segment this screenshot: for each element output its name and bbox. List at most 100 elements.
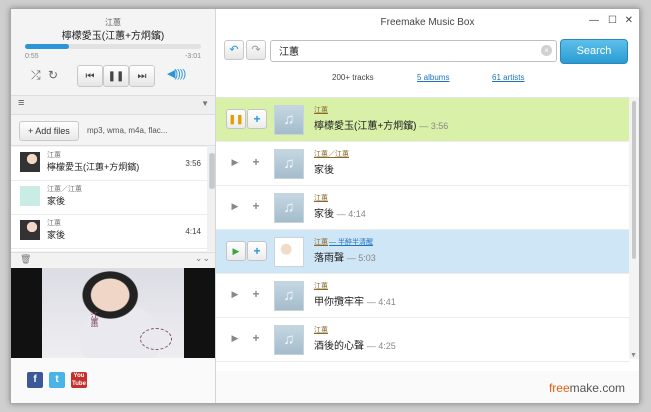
search-button[interactable]: Search: [560, 39, 628, 64]
album-art-photo: [42, 268, 184, 358]
feather-decoration: [140, 328, 172, 350]
track-title-text: 甲你攬牢牢: [314, 297, 364, 308]
trash-icon[interactable]: 🗑: [20, 254, 31, 265]
table-row[interactable]: ▶ + ♫ 江蕙 — 半醉半清醒 落雨聲 — 5:03: [216, 230, 629, 274]
add-icon[interactable]: +: [247, 153, 265, 171]
results-scrollbar[interactable]: ▼: [629, 97, 639, 359]
list-item-duration: 4:14: [185, 227, 201, 236]
forward-button[interactable]: ↷: [246, 40, 266, 60]
scrollbar-thumb[interactable]: [209, 153, 215, 189]
pause-icon: ❚❚: [107, 70, 125, 82]
next-button[interactable]: ⏭: [129, 65, 155, 87]
chevron-double-down-icon[interactable]: ⌄⌄: [195, 253, 210, 264]
music-note-icon: ♫: [274, 105, 304, 135]
logo-part-free: free: [548, 381, 570, 395]
back-arrow-icon: ↶: [229, 44, 239, 56]
shuffle-icon[interactable]: ⤮: [31, 68, 41, 83]
tab-albums[interactable]: 5 albums: [417, 73, 449, 82]
track-artist[interactable]: 江蕙／江蕙: [314, 149, 349, 159]
table-row[interactable]: ❚❚ + ♫ 江蕙 檸檬愛玉(江蕙+方炯鑌) — 3:56: [216, 98, 629, 142]
track-duration: — 4:41: [366, 297, 396, 307]
volume-icon[interactable]: ◀)))): [167, 67, 186, 80]
album-art: 江蕙: [11, 268, 215, 358]
tab-artists[interactable]: 61 artists: [492, 73, 524, 82]
album-thumbnail: ♫: [274, 237, 304, 267]
app-window: 江蕙 檸檬愛玉(江蕙+方炯鑌) 0:55 -3:01 ⤮ ↻ ⏮ ❚❚ ⏭ ◀)…: [10, 8, 640, 404]
remaining-time: -3:01: [185, 53, 201, 60]
scroll-down-icon[interactable]: ▼: [630, 352, 637, 359]
supported-formats: mp3, wma, m4a, flac...: [87, 126, 168, 135]
add-icon[interactable]: +: [247, 241, 267, 261]
list-item[interactable]: 江蕙 檸檬愛玉(江蕙+方炯鑌) 3:56: [11, 147, 207, 181]
track-artist[interactable]: 江蕙: [314, 105, 328, 115]
forward-arrow-icon: ↷: [251, 44, 261, 56]
right-panel: Freemake Music Box — ☐ ✕ ↶ ↷ × Search 20…: [216, 9, 639, 403]
minimize-button[interactable]: —: [589, 15, 599, 26]
track-artist[interactable]: 江蕙: [314, 325, 328, 335]
search-input[interactable]: [277, 44, 531, 57]
track-artist[interactable]: 江蕙: [314, 237, 328, 247]
result-tabs: 200+ tracks 5 albums 61 artists: [216, 73, 639, 91]
twitter-icon[interactable]: t: [49, 372, 65, 388]
play-icon[interactable]: ▶: [226, 285, 244, 303]
scrollbar-thumb[interactable]: [632, 101, 636, 259]
elapsed-time: 0:55: [25, 53, 39, 60]
list-item[interactable]: 江蕙 家後 4:14: [11, 215, 207, 249]
table-row[interactable]: ▶ + ♫ 江蕙 甲你攬牢牢 — 4:41: [216, 274, 629, 318]
pause-button[interactable]: ❚❚: [103, 65, 129, 87]
freemake-logo[interactable]: freemake.com: [549, 381, 625, 395]
footer: freemake.com: [216, 371, 639, 403]
track-title: 檸檬愛玉(江蕙+方炯鑌) — 3:56: [314, 117, 448, 132]
list-item-artist: 江蕙／江蕙: [47, 186, 82, 193]
add-icon[interactable]: +: [247, 329, 265, 347]
social-bar: f t You Tube: [11, 358, 215, 403]
clear-search-icon[interactable]: ×: [541, 45, 552, 56]
track-title-text: 家後: [314, 165, 334, 176]
track-album-link[interactable]: — 半醉半清醒: [329, 237, 373, 247]
repeat-icon[interactable]: ↻: [48, 68, 58, 82]
progress-bar[interactable]: [25, 44, 201, 49]
pause-icon[interactable]: ❚❚: [226, 109, 246, 129]
track-artist[interactable]: 江蕙: [314, 193, 328, 203]
music-note-icon: ♫: [274, 149, 304, 179]
list-item-artist: 江蕙: [47, 152, 61, 159]
list-item[interactable]: 江蕙／江蕙 家後: [11, 181, 207, 215]
table-row[interactable]: ▶ + ♫ 江蕙 酒後的心聲 — 4:25: [216, 318, 629, 362]
chevron-down-icon[interactable]: ▼: [201, 99, 209, 108]
play-icon[interactable]: ▶: [226, 241, 246, 261]
back-button[interactable]: ↶: [224, 40, 244, 60]
maximize-button[interactable]: ☐: [608, 15, 617, 26]
close-button[interactable]: ✕: [625, 15, 633, 26]
play-icon[interactable]: ▶: [226, 153, 244, 171]
album-art-text: 江蕙: [90, 311, 99, 327]
list-item-title: 檸檬愛玉(江蕙+方炯鑌): [47, 162, 140, 172]
window-title: Freemake Music Box: [380, 17, 475, 28]
list-item-artist: 江蕙: [47, 220, 61, 227]
progress-fill: [25, 44, 69, 49]
track-title-text: 酒後的心聲: [314, 341, 364, 352]
playlist: 江蕙 檸檬愛玉(江蕙+方炯鑌) 3:56 江蕙／江蕙 家後 江蕙 家後 4:14: [11, 147, 207, 251]
now-playing-title: 檸檬愛玉(江蕙+方炯鑌): [61, 31, 165, 42]
album-thumbnail: [20, 186, 40, 206]
add-icon[interactable]: +: [247, 197, 265, 215]
table-row[interactable]: ▶ + ♫ 江蕙 家後 — 4:14: [216, 186, 629, 230]
play-icon[interactable]: ▶: [226, 197, 244, 215]
list-item-title: 家後: [47, 230, 66, 240]
add-icon[interactable]: +: [247, 285, 265, 303]
youtube-icon[interactable]: You Tube: [71, 372, 87, 388]
add-icon[interactable]: +: [247, 109, 267, 129]
add-files-button[interactable]: + Add files: [19, 121, 79, 141]
track-artist[interactable]: 江蕙: [314, 281, 328, 291]
track-duration: — 4:14: [336, 209, 366, 219]
facebook-icon[interactable]: f: [27, 372, 43, 388]
track-title-text: 家後: [314, 209, 334, 220]
music-note-icon: ♫: [274, 325, 304, 355]
next-icon: ⏭: [137, 70, 147, 82]
playlist-scrollbar[interactable]: [207, 147, 215, 251]
previous-button[interactable]: ⏮: [77, 65, 103, 87]
tab-tracks[interactable]: 200+ tracks: [332, 73, 374, 82]
track-title: 落雨聲 — 5:03: [314, 249, 376, 264]
list-item-title: 家後: [47, 196, 66, 206]
table-row[interactable]: ▶ + ♫ 江蕙／江蕙 家後: [216, 142, 629, 186]
play-icon[interactable]: ▶: [226, 329, 244, 347]
